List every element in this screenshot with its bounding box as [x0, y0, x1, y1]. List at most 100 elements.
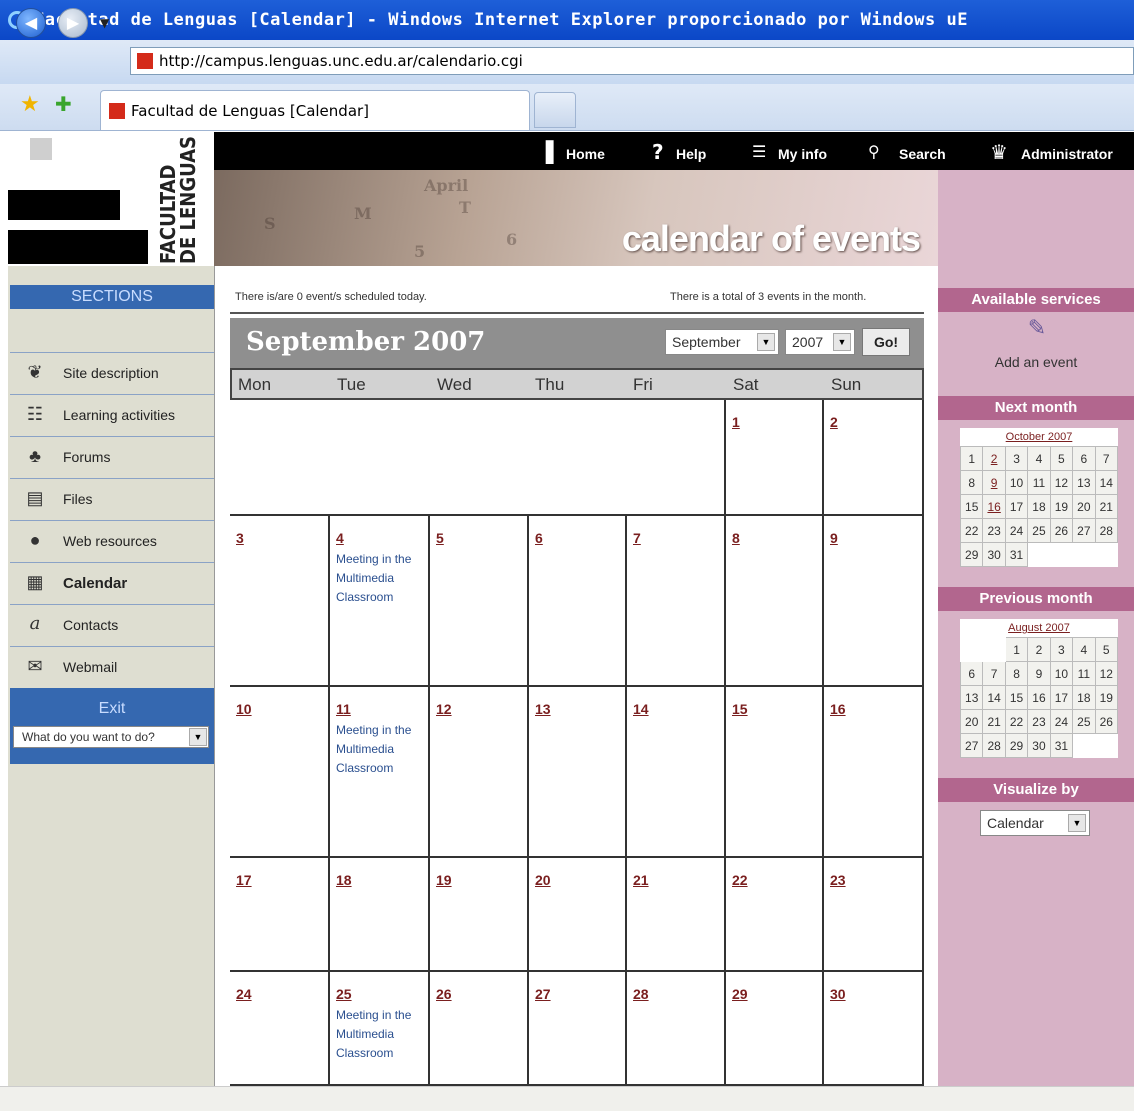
mini-day-cell[interactable]: 31 — [1004, 542, 1029, 567]
sidebar-item-webmail[interactable]: ✉ Webmail — [10, 646, 214, 687]
mini-day-cell[interactable]: 10 — [1004, 470, 1029, 495]
mini-day-cell[interactable]: 20 — [959, 709, 984, 734]
calendar-day-cell[interactable]: 29 — [726, 972, 824, 1086]
calendar-day-cell[interactable]: 30 — [824, 972, 924, 1086]
calendar-day-cell[interactable]: 14 — [627, 687, 726, 858]
mini-day-cell[interactable]: 17 — [1004, 494, 1029, 519]
day-number-link[interactable]: 6 — [535, 530, 543, 546]
mini-day-cell[interactable]: 3 — [1049, 637, 1074, 662]
day-number-link[interactable]: 24 — [236, 986, 252, 1002]
mini-day-cell[interactable]: 30 — [1027, 733, 1051, 758]
add-event-icon[interactable]: ✎ — [1024, 316, 1050, 344]
mini-day-cell[interactable]: 7 — [1094, 446, 1119, 471]
calendar-day-cell[interactable]: 10 — [230, 687, 330, 858]
day-number-link[interactable]: 10 — [236, 701, 252, 717]
mini-day-cell[interactable]: 19 — [1094, 685, 1119, 710]
day-number-link[interactable]: 15 — [732, 701, 748, 717]
event-link[interactable]: Meeting in the Multimedia Classroom — [336, 721, 426, 778]
back-button[interactable]: ◀ — [16, 8, 46, 38]
history-dropdown-icon[interactable]: ▼ — [100, 16, 109, 30]
mini-day-cell[interactable]: 1 — [1004, 637, 1029, 662]
mini-day-cell[interactable]: 25 — [1027, 518, 1051, 543]
mini-day-cell[interactable]: 4 — [1027, 446, 1051, 471]
mini-day-cell[interactable]: 8 — [1004, 661, 1029, 686]
day-number-link[interactable]: 7 — [633, 530, 641, 546]
day-number-link[interactable]: 14 — [633, 701, 649, 717]
mini-day-cell[interactable]: 11 — [1072, 661, 1096, 686]
day-number-link[interactable]: 17 — [236, 872, 252, 888]
calendar-day-cell[interactable]: 12 — [430, 687, 529, 858]
mini-day-cell[interactable]: 23 — [1027, 709, 1051, 734]
calendar-day-cell[interactable]: 19 — [430, 858, 529, 972]
nav-home[interactable]: Home — [566, 146, 605, 162]
calendar-day-cell[interactable]: 24 — [230, 972, 330, 1086]
day-number-link[interactable]: 4 — [336, 530, 344, 546]
mini-day-cell[interactable]: 13 — [1072, 470, 1096, 495]
previous-month-caption[interactable]: August 2007 — [960, 619, 1118, 637]
new-tab-button[interactable] — [534, 92, 576, 128]
calendar-day-cell[interactable]: 3 — [230, 516, 330, 687]
mini-day-cell[interactable]: 16 — [1027, 685, 1051, 710]
mini-day-cell[interactable]: 18 — [1027, 494, 1051, 519]
search-icon[interactable]: ⚲ — [868, 142, 880, 161]
day-number-link[interactable]: 16 — [830, 701, 846, 717]
mini-day-cell[interactable]: 22 — [1004, 709, 1029, 734]
calendar-day-cell[interactable]: 4 Meeting in the Multimedia Classroom — [330, 516, 430, 687]
calendar-day-cell[interactable]: 7 — [627, 516, 726, 687]
day-number-link[interactable]: 26 — [436, 986, 452, 1002]
day-number-link[interactable]: 12 — [436, 701, 452, 717]
mini-day-cell[interactable]: 25 — [1072, 709, 1096, 734]
calendar-day-cell[interactable]: 2 — [824, 400, 924, 516]
address-input[interactable]: http://campus.lenguas.unc.edu.ar/calenda… — [130, 47, 1134, 75]
mini-day-cell[interactable]: 12 — [1049, 470, 1074, 495]
calendar-day-cell[interactable]: 23 — [824, 858, 924, 972]
day-number-link[interactable]: 5 — [436, 530, 444, 546]
calendar-day-cell[interactable]: 18 — [330, 858, 430, 972]
calendar-day-cell[interactable]: 27 — [529, 972, 627, 1086]
mini-day-cell[interactable]: 26 — [1049, 518, 1074, 543]
mini-day-cell[interactable]: 4 — [1072, 637, 1096, 662]
mini-day-cell[interactable]: 11 — [1027, 470, 1051, 495]
mini-day-cell[interactable]: 28 — [982, 733, 1006, 758]
mini-day-cell[interactable]: 12 — [1094, 661, 1119, 686]
favorites-star-icon[interactable]: ★ — [20, 92, 40, 117]
mini-day-cell[interactable]: 13 — [959, 685, 984, 710]
day-number-link[interactable]: 27 — [535, 986, 551, 1002]
mini-day-cell[interactable]: 19 — [1049, 494, 1074, 519]
calendar-day-cell[interactable]: 28 — [627, 972, 726, 1086]
year-select[interactable]: 2007 ▼ — [785, 329, 855, 355]
sidebar-item-learning-activities[interactable]: ☷ Learning activities — [10, 394, 214, 435]
mini-day-cell[interactable]: 15 — [959, 494, 984, 519]
mini-day-cell[interactable]: 21 — [1094, 494, 1119, 519]
next-month-caption[interactable]: October 2007 — [960, 428, 1118, 446]
calendar-day-cell[interactable]: 5 — [430, 516, 529, 687]
day-number-link[interactable]: 2 — [830, 414, 838, 430]
mini-day-cell[interactable]: 9 — [1027, 661, 1051, 686]
nav-help[interactable]: Help — [676, 146, 706, 162]
day-number-link[interactable]: 18 — [336, 872, 352, 888]
calendar-day-cell[interactable]: 25 Meeting in the Multimedia Classroom — [330, 972, 430, 1086]
help-icon[interactable]: ? — [652, 140, 664, 164]
calendar-day-cell[interactable]: 1 — [726, 400, 824, 516]
mini-day-cell[interactable]: 27 — [959, 733, 984, 758]
mini-day-cell[interactable]: 31 — [1049, 733, 1074, 758]
nav-my-info[interactable]: My info — [778, 146, 827, 162]
sidebar-item-contacts[interactable]: a Contacts — [10, 604, 214, 645]
month-select[interactable]: September ▼ — [665, 329, 779, 355]
mini-day-cell[interactable]: 16 — [982, 494, 1006, 519]
mini-day-cell[interactable]: 29 — [959, 542, 984, 567]
day-number-link[interactable]: 22 — [732, 872, 748, 888]
nav-administrator[interactable]: Administrator — [1021, 146, 1113, 162]
mini-day-cell[interactable]: 23 — [982, 518, 1006, 543]
chevron-down-icon[interactable]: ▼ — [1068, 814, 1086, 832]
day-number-link[interactable]: 11 — [336, 701, 351, 717]
day-number-link[interactable]: 13 — [535, 701, 551, 717]
calendar-day-cell[interactable]: 21 — [627, 858, 726, 972]
mini-day-cell[interactable]: 17 — [1049, 685, 1074, 710]
sidebar-item-web-resources[interactable]: ● Web resources — [10, 520, 214, 561]
mini-day-cell[interactable]: 2 — [982, 446, 1006, 471]
sidebar-item-site-description[interactable]: ❦ Site description — [10, 352, 214, 393]
mini-day-cell[interactable]: 20 — [1072, 494, 1096, 519]
day-number-link[interactable]: 9 — [830, 530, 838, 546]
tab-active[interactable]: Facultad de Lenguas [Calendar] — [100, 90, 530, 130]
